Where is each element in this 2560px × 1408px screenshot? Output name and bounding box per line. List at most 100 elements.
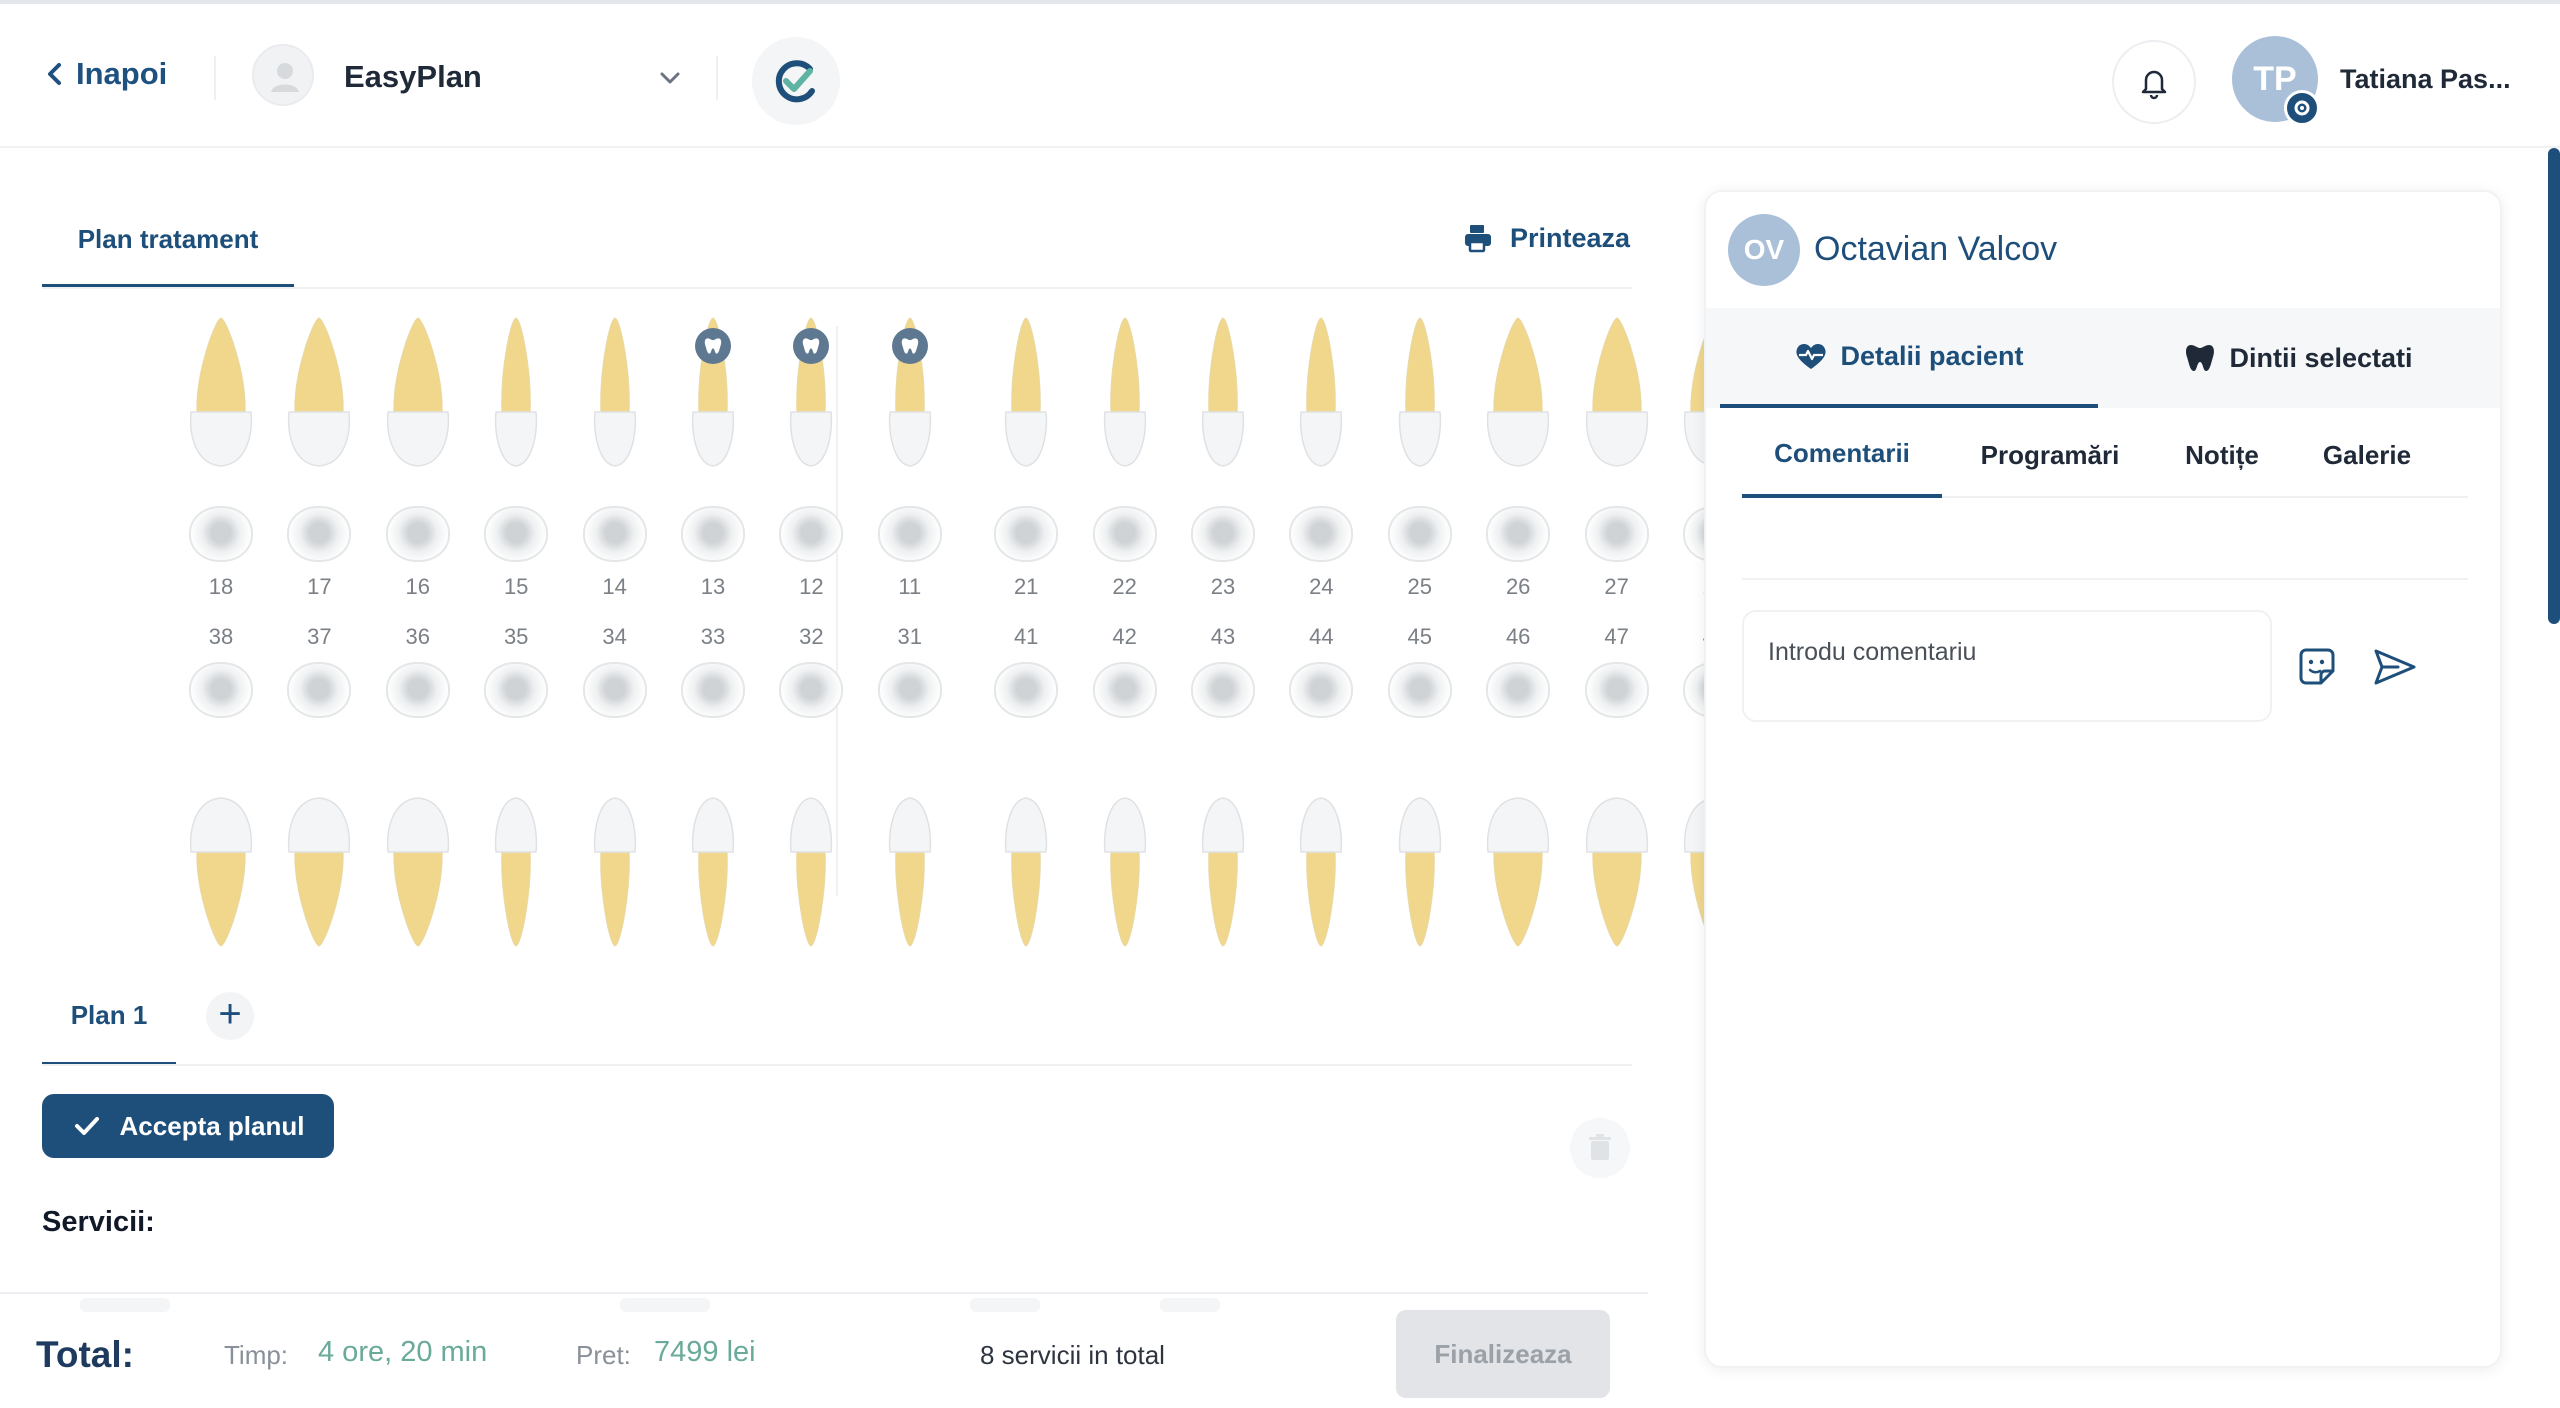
tooth-occlusal-15[interactable]: [484, 506, 549, 562]
accept-plan-label: Accepta planul: [119, 1110, 305, 1141]
selected-tooth-badge-11: [891, 328, 928, 364]
attach-sticker-button[interactable]: [2292, 642, 2342, 692]
back-button[interactable]: Inapoi: [44, 56, 167, 92]
tooth-occlusal-17[interactable]: [287, 506, 352, 562]
tooth-occlusal-43[interactable]: [1191, 662, 1255, 718]
tooth-occlusal-21[interactable]: [994, 506, 1059, 562]
add-plan-button[interactable]: +: [206, 992, 254, 1040]
tooth-number-36: 36: [405, 624, 431, 649]
notifications-button[interactable]: [2112, 40, 2196, 124]
tab-detalii-pacient[interactable]: Detalii pacient: [1720, 308, 2098, 408]
tooth-icon: [2186, 345, 2215, 371]
patient-tabs: Detalii pacient Dintii selectati: [1706, 308, 2500, 408]
tooth-occlusal-13[interactable]: [681, 506, 745, 562]
patient-panel: OV Octavian Valcov Detalii pacient Dinti…: [1704, 190, 2502, 1368]
tooth-occlusal-37[interactable]: [287, 662, 352, 718]
tooth-occlusal-31[interactable]: [877, 662, 942, 718]
check-icon: [74, 1117, 99, 1135]
time-label: Timp:: [224, 1340, 289, 1370]
tooth-occlusal-38[interactable]: [189, 662, 253, 718]
tooth-number-27: 27: [1604, 574, 1629, 599]
tooth-number-17: 17: [307, 574, 332, 599]
price-label: Pret:: [576, 1340, 631, 1370]
faded-row: [80, 1298, 170, 1312]
tooth-profile-45: [1398, 797, 1441, 947]
tooth-number-43: 43: [1210, 624, 1236, 649]
tooth-occlusal-14[interactable]: [582, 506, 647, 562]
tooth-occlusal-36[interactable]: [385, 662, 450, 718]
user-name[interactable]: Tatiana Pas...: [2340, 64, 2511, 95]
tooth-profile-32: [790, 797, 833, 947]
tab-dintii-label: Dintii selectati: [2229, 342, 2413, 373]
tooth-occlusal-41[interactable]: [994, 662, 1059, 718]
tooth-number-41: 41: [1013, 624, 1039, 649]
tooth-profile-34: [593, 797, 636, 947]
subtab-notite[interactable]: Notițe: [2162, 412, 2282, 498]
tooth-occlusal-24[interactable]: [1289, 506, 1354, 562]
back-label: Inapoi: [76, 56, 168, 91]
tooth-occlusal-34[interactable]: [582, 662, 647, 718]
tooth-profile-15: [495, 317, 538, 467]
tooth-occlusal-45[interactable]: [1387, 662, 1452, 718]
tooth-occlusal-25[interactable]: [1387, 506, 1452, 562]
tooth-profile-17: [288, 317, 351, 467]
tooth-occlusal-44[interactable]: [1289, 662, 1354, 718]
delete-plan-button[interactable]: [1570, 1118, 1630, 1178]
tooth-occlusal-33[interactable]: [681, 662, 745, 718]
tooth-profile-26: [1487, 317, 1550, 467]
tooth-profile-21: [1005, 317, 1048, 467]
tooth-profile-18: [189, 317, 253, 467]
patient-subtabs: Comentarii Programări Notițe Galerie: [1742, 412, 2468, 498]
subtab-comentarii[interactable]: Comentarii: [1742, 412, 1942, 498]
tooth-profile-47: [1585, 797, 1648, 947]
print-button[interactable]: Printeaza: [1462, 222, 1630, 254]
tooth-icon: [901, 338, 919, 354]
chevron-down-icon[interactable]: [656, 64, 684, 92]
tooth-profile-43: [1201, 797, 1245, 947]
tooth-occlusal-16[interactable]: [385, 506, 450, 562]
tab-dintii-selectati[interactable]: Dintii selectati: [2098, 308, 2498, 408]
tooth-occlusal-11[interactable]: [877, 506, 942, 562]
tooth-profile-44: [1300, 797, 1343, 947]
comment-input[interactable]: [1742, 610, 2272, 722]
tooth-number-45: 45: [1407, 624, 1433, 649]
app-logo-button[interactable]: [752, 37, 840, 125]
page-scrollbar[interactable]: [2548, 148, 2560, 624]
tooth-profile-23: [1201, 317, 1245, 467]
tooth-occlusal-35[interactable]: [484, 662, 549, 718]
tooth-number-13: 13: [700, 574, 726, 599]
clinic-name: EasyPlan: [344, 59, 482, 94]
printer-icon: [1465, 225, 1491, 253]
tooth-profile-14: [593, 317, 636, 467]
tooth-occlusal-27[interactable]: [1584, 506, 1649, 562]
trash-icon: [1589, 1134, 1611, 1160]
tooth-occlusal-32[interactable]: [779, 662, 844, 718]
tooth-number-31: 31: [897, 624, 923, 649]
tooth-profile-24: [1300, 317, 1343, 467]
subtab-galerie[interactable]: Galerie: [2292, 412, 2442, 498]
tab-plan-1[interactable]: Plan 1: [42, 990, 176, 1066]
tooth-occlusal-12[interactable]: [779, 506, 844, 562]
tooth-number-33: 33: [700, 624, 726, 649]
tooth-occlusal-26[interactable]: [1486, 506, 1551, 562]
tooth-occlusal-42[interactable]: [1092, 662, 1157, 718]
send-comment-button[interactable]: [2370, 642, 2420, 692]
tooth-icon: [704, 338, 722, 354]
tooth-occlusal-47[interactable]: [1584, 662, 1649, 718]
user-settings-button[interactable]: [2284, 90, 2320, 126]
tooth-occlusal-18[interactable]: [189, 506, 253, 562]
tooth-profile-41: [1005, 797, 1048, 947]
top-header: Inapoi EasyPlan TP Tatiana Pas...: [0, 0, 2560, 148]
tooth-profile-37: [288, 797, 351, 947]
tooth-occlusal-46[interactable]: [1486, 662, 1551, 718]
subtab-programari[interactable]: Programări: [1952, 412, 2148, 498]
price-value: 7499 lei: [654, 1336, 756, 1368]
header-divider: [716, 56, 718, 100]
accept-plan-button[interactable]: Accepta planul: [42, 1094, 334, 1158]
tooth-profile-22: [1103, 317, 1146, 467]
tooth-occlusal-23[interactable]: [1191, 506, 1255, 562]
tab-plan-tratament[interactable]: Plan tratament: [42, 214, 294, 288]
tooth-occlusal-22[interactable]: [1092, 506, 1157, 562]
bell-icon: [2141, 70, 2167, 100]
finalize-button[interactable]: Finalizeaza: [1396, 1310, 1610, 1398]
